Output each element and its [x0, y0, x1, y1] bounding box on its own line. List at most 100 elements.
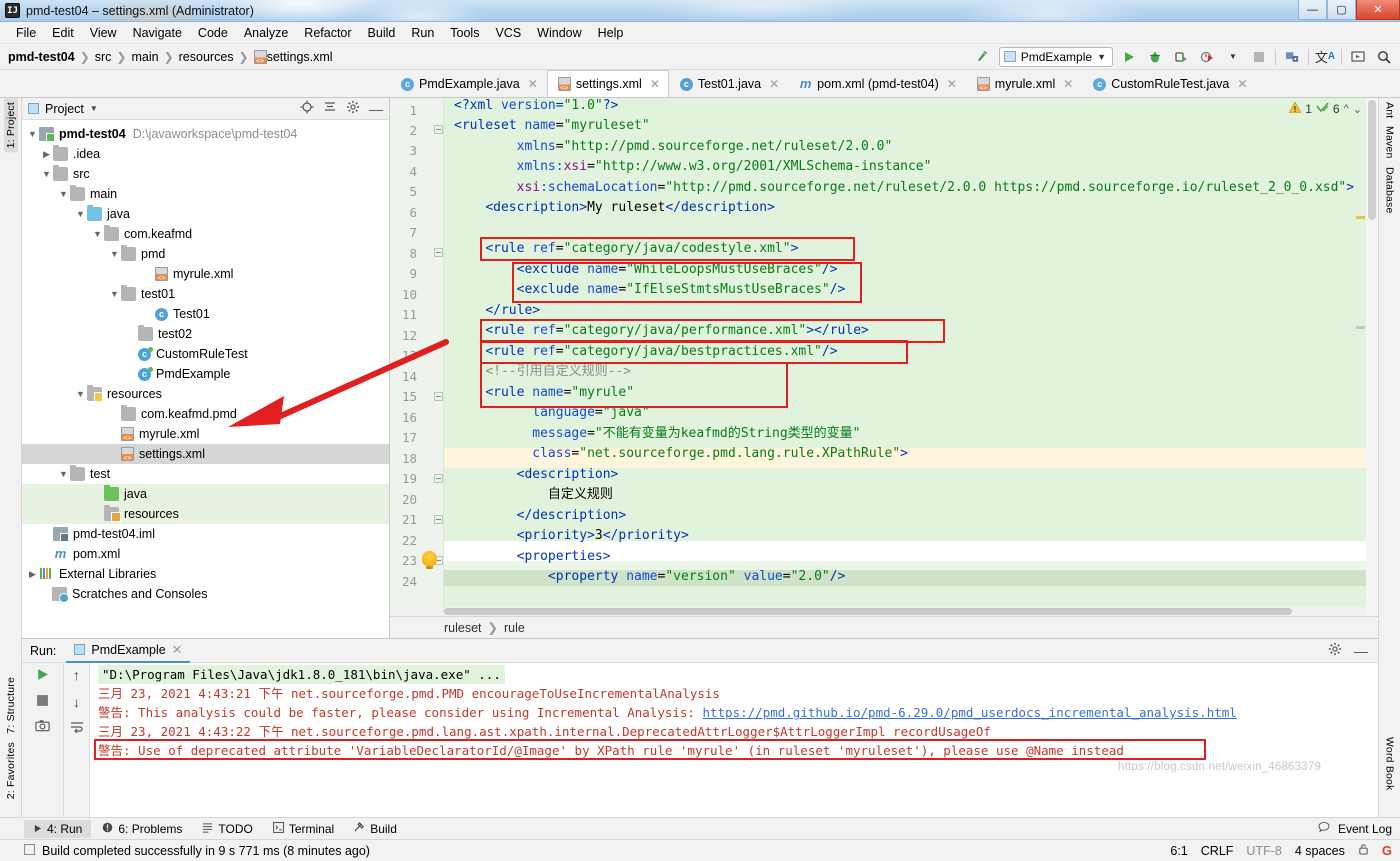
- tree-row-myrule-xml-pmd[interactable]: ▶ <> myrule.xml: [22, 264, 389, 284]
- chevron-right-icon[interactable]: ▶: [26, 569, 39, 580]
- tree-row-test-resources[interactable]: ▶ resources: [22, 504, 389, 524]
- chevron-down-icon[interactable]: ▼: [57, 189, 70, 199]
- tree-row-com-keafmd[interactable]: ▼ com.keafmd: [22, 224, 389, 244]
- menu-item-tools[interactable]: Tools: [442, 24, 487, 42]
- tool-window-problems[interactable]: 6: Problems: [93, 820, 191, 838]
- tree-row-iml[interactable]: ▶ pmd-test04.iml: [22, 524, 389, 544]
- scrollbar-thumb[interactable]: [444, 608, 1293, 615]
- close-icon[interactable]: ✕: [947, 77, 957, 91]
- google-icon[interactable]: G: [1382, 843, 1392, 858]
- sidebar-item-database[interactable]: Database: [1383, 163, 1397, 218]
- hide-icon[interactable]: —: [369, 102, 383, 116]
- chevron-down-icon[interactable]: ▼: [26, 129, 39, 139]
- lock-icon[interactable]: [1358, 843, 1369, 858]
- tool-window-run[interactable]: 4: Run: [24, 819, 92, 838]
- tree-row-test01-class[interactable]: ▶ c Test01: [22, 304, 389, 324]
- up-icon[interactable]: ↑: [73, 667, 80, 683]
- tree-row-settings-xml[interactable]: ▶ <> settings.xml: [22, 444, 389, 464]
- sidebar-item-word-book[interactable]: Word Book: [1383, 733, 1397, 795]
- breadcrumb-item-src[interactable]: src: [95, 50, 112, 64]
- run-icon[interactable]: [1119, 47, 1139, 67]
- tree-row-com-keafmd-pmd[interactable]: ▶ com.keafmd.pmd: [22, 404, 389, 424]
- intention-bulb-icon[interactable]: [422, 551, 437, 569]
- chevron-down-icon[interactable]: ▼: [90, 104, 98, 113]
- chevron-down-icon[interactable]: ▼: [91, 229, 104, 239]
- sidebar-item-favorites[interactable]: 2: Favorites: [4, 738, 18, 803]
- editor-tab-test01[interactable]: c Test01.java ✕: [669, 70, 788, 97]
- editor-tab-settings-xml[interactable]: <> settings.xml ✕: [546, 70, 669, 97]
- chevron-down-icon[interactable]: ▼: [74, 209, 87, 219]
- chevron-right-icon[interactable]: ▶: [40, 149, 53, 160]
- breadcrumb-item-resources[interactable]: resources: [179, 50, 234, 64]
- menu-item-edit[interactable]: Edit: [44, 24, 82, 42]
- sidebar-item-maven[interactable]: Maven: [1383, 122, 1397, 163]
- indent-setting[interactable]: 4 spaces: [1295, 844, 1345, 858]
- file-encoding[interactable]: UTF-8: [1246, 844, 1281, 858]
- fold-marker[interactable]: [434, 248, 443, 257]
- tool-window-todo[interactable]: TODO: [193, 820, 261, 838]
- screenshot-icon[interactable]: [35, 719, 50, 735]
- console-link[interactable]: https://pmd.github.io/pmd-6.29.0/pmd_use…: [702, 705, 1236, 720]
- stop-icon[interactable]: [36, 694, 49, 710]
- editor-gutter[interactable]: 1 2 3 4 5 6 7 8 9 10 11 12 13 14 15 16 1…: [390, 98, 444, 616]
- tree-row-idea[interactable]: ▶ .idea: [22, 144, 389, 164]
- code-text-area[interactable]: <?xml version="1.0"?> <ruleset name="myr…: [444, 98, 1378, 616]
- tree-row-scratches[interactable]: ▶ Scratches and Consoles: [22, 584, 389, 604]
- close-icon[interactable]: ✕: [769, 77, 779, 91]
- menu-item-run[interactable]: Run: [403, 24, 442, 42]
- tree-row-pmdexample[interactable]: ▶ c PmdExample: [22, 364, 389, 384]
- menu-item-build[interactable]: Build: [360, 24, 404, 42]
- tree-row-test[interactable]: ▼ test: [22, 464, 389, 484]
- close-icon[interactable]: ✕: [650, 77, 660, 91]
- tree-row-external-libraries[interactable]: ▶ External Libraries: [22, 564, 389, 584]
- tree-row-pmd-test04[interactable]: ▼ pmd-test04 D:\javaworkspace\pmd-test04: [22, 124, 389, 144]
- tool-window-build[interactable]: Build: [345, 820, 406, 838]
- tool-window-terminal[interactable]: Terminal: [264, 820, 343, 838]
- rerun-icon[interactable]: [35, 667, 50, 685]
- console-output[interactable]: "D:\Program Files\Java\jdk1.8.0_181\bin\…: [90, 663, 1378, 817]
- run-with-coverage-icon[interactable]: [1171, 47, 1191, 67]
- sidebar-item-structure[interactable]: 7: Structure: [4, 673, 18, 738]
- maximize-button[interactable]: ▢: [1327, 0, 1356, 20]
- editor-tab-myrule-xml[interactable]: <> myrule.xml ✕: [966, 70, 1082, 97]
- translate-icon[interactable]: 文A: [1315, 47, 1335, 67]
- tree-row-test01-pkg[interactable]: ▼ test01: [22, 284, 389, 304]
- debug-icon[interactable]: [1145, 47, 1165, 67]
- chevron-down-icon[interactable]: ▼: [1223, 47, 1243, 67]
- chevron-down-icon[interactable]: ▼: [108, 289, 121, 299]
- close-icon[interactable]: ✕: [528, 77, 538, 91]
- tree-row-test-java[interactable]: ▶ java: [22, 484, 389, 504]
- search-everywhere-icon[interactable]: [1374, 47, 1394, 67]
- editor-breadcrumb-ruleset[interactable]: ruleset: [444, 621, 482, 635]
- scrollbar-thumb[interactable]: [1368, 100, 1376, 220]
- next-highlight-icon[interactable]: ⌄: [1353, 103, 1362, 116]
- close-icon[interactable]: ✕: [1237, 77, 1247, 91]
- sidebar-item-ant[interactable]: Ant: [1383, 98, 1397, 122]
- editor-viewport[interactable]: 1 2 3 4 5 6 7 8 9 10 11 12 13 14 15 16 1…: [390, 98, 1378, 616]
- menu-item-help[interactable]: Help: [590, 24, 632, 42]
- fold-marker[interactable]: [434, 125, 443, 134]
- project-tree[interactable]: ▼ pmd-test04 D:\javaworkspace\pmd-test04…: [22, 120, 389, 638]
- menu-item-window[interactable]: Window: [529, 24, 589, 42]
- minimize-button[interactable]: —: [1298, 0, 1327, 20]
- menu-item-view[interactable]: View: [82, 24, 125, 42]
- menu-item-refactor[interactable]: Refactor: [296, 24, 359, 42]
- editor-tab-pmdexample[interactable]: c PmdExample.java ✕: [390, 70, 547, 97]
- inspection-widget[interactable]: 1 6 ^ ⌄: [1288, 101, 1362, 116]
- soft-wrap-icon[interactable]: [70, 721, 84, 736]
- tree-row-pom-xml[interactable]: ▶ m pom.xml: [22, 544, 389, 564]
- fold-marker[interactable]: [434, 515, 443, 524]
- event-log-label[interactable]: Event Log: [1338, 822, 1392, 836]
- breadcrumb-item-file[interactable]: settings.xml: [267, 50, 333, 64]
- chevron-down-icon[interactable]: ▼: [57, 469, 70, 479]
- fold-marker[interactable]: [434, 392, 443, 401]
- menu-item-file[interactable]: File: [8, 24, 44, 42]
- collapse-all-icon[interactable]: [323, 100, 337, 117]
- tree-row-resources[interactable]: ▼ resources: [22, 384, 389, 404]
- breadcrumb-item-project[interactable]: pmd-test04: [8, 50, 75, 64]
- editor-tab-pom-xml[interactable]: m pom.xml (pmd-test04) ✕: [788, 70, 966, 97]
- tree-row-test02[interactable]: ▶ test02: [22, 324, 389, 344]
- menu-item-vcs[interactable]: VCS: [487, 24, 529, 42]
- menu-item-code[interactable]: Code: [190, 24, 236, 42]
- close-button[interactable]: ✕: [1356, 0, 1400, 20]
